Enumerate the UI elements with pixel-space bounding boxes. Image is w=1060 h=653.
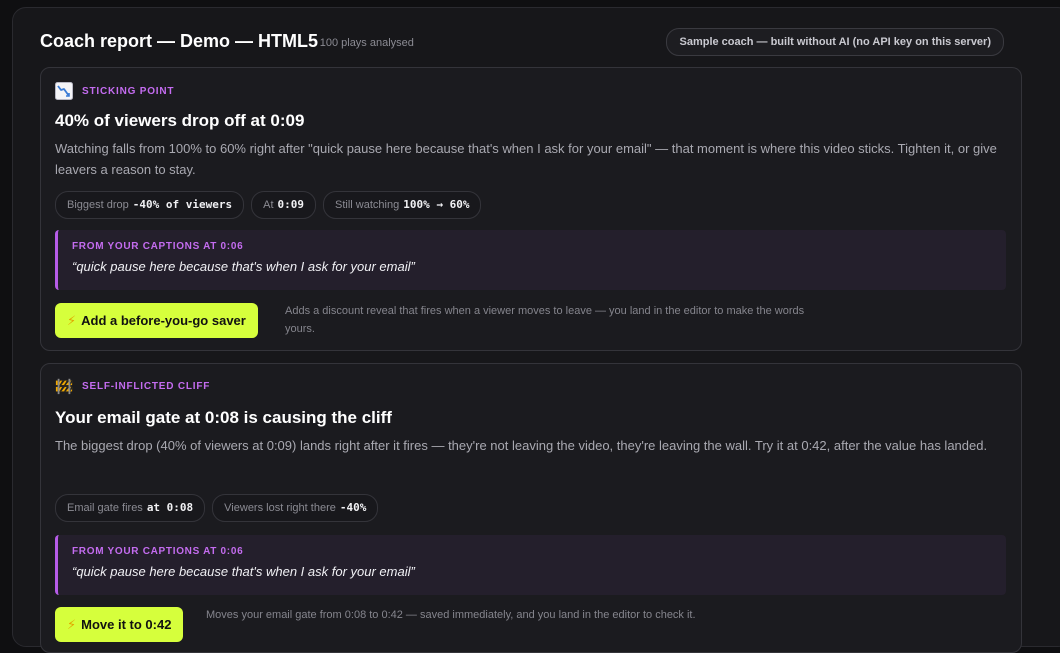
add-before-you-go-saver-button[interactable]: ⚡ Add a before-you-go saver <box>55 303 258 338</box>
quote-label: FROM YOUR CAPTIONS AT 0:06 <box>72 241 244 252</box>
action-note: Adds a discount reveal that fires when a… <box>285 305 805 335</box>
card-description: The biggest drop (40% of viewers at 0:09… <box>55 438 988 453</box>
stat-chip: Viewers lost right there -40% <box>212 494 379 522</box>
quote-text: “quick pause here because that's when I … <box>72 259 415 274</box>
page-title: Coach report — Demo — HTML5 <box>40 31 319 51</box>
stat-chip: Email gate fires at 0:08 <box>55 494 206 522</box>
chart-down-icon <box>55 82 73 100</box>
insight-card-self-inflicted-cliff: SELF-INFLICTED CLIFF Your email gate at … <box>40 363 1022 653</box>
sample-coach-badge: Sample coach — built without AI (no API … <box>666 28 1004 56</box>
card-title: 40% of viewers drop off at 0:09 <box>55 111 305 130</box>
quote-text: “quick pause here because that's when I … <box>72 564 415 579</box>
card-kicker: STICKING POINT <box>55 81 174 101</box>
barrier-icon <box>55 377 73 395</box>
plays-analysed-count: · 100 plays analysed <box>313 37 414 49</box>
kicker-label: STICKING POINT <box>82 85 175 97</box>
report-header: Coach report — Demo — HTML5 · 100 plays … <box>40 28 1031 56</box>
card-kicker: SELF-INFLICTED CLIFF <box>55 376 210 396</box>
card-description: Watching falls from 100% to 60% right af… <box>55 141 997 177</box>
coach-report-panel: Coach report — Demo — HTML5 · 100 plays … <box>12 7 1060 653</box>
insight-card-sticking-point: STICKING POINT 40% of viewers drop off a… <box>40 67 1022 351</box>
stat-chip: At 0:09 <box>251 191 317 219</box>
action-note: Moves your email gate from 0:08 to 0:42 … <box>206 609 696 621</box>
quote-label: FROM YOUR CAPTIONS AT 0:06 <box>72 546 244 557</box>
caption-quote: FROM YOUR CAPTIONS AT 0:06 “quick pause … <box>55 535 1006 595</box>
caption-quote: FROM YOUR CAPTIONS AT 0:06 “quick pause … <box>55 230 1006 290</box>
stat-chips: Biggest drop -40% of viewers At 0:09 Still… <box>55 191 482 219</box>
kicker-label: SELF-INFLICTED CLIFF <box>82 380 211 392</box>
lightning-icon: ⚡ <box>67 312 77 328</box>
stat-chip: Biggest drop -40% of viewers <box>55 191 245 219</box>
move-email-gate-button[interactable]: ⚡ Move it to 0:42 <box>55 607 184 642</box>
stat-chips: Email gate fires at 0:08 Viewers lost rig… <box>55 494 379 522</box>
stat-chip: Still watching 100% → 60% <box>323 191 482 219</box>
lightning-icon: ⚡ <box>67 616 77 632</box>
card-title: Your email gate at 0:08 is causing the c… <box>55 408 392 427</box>
